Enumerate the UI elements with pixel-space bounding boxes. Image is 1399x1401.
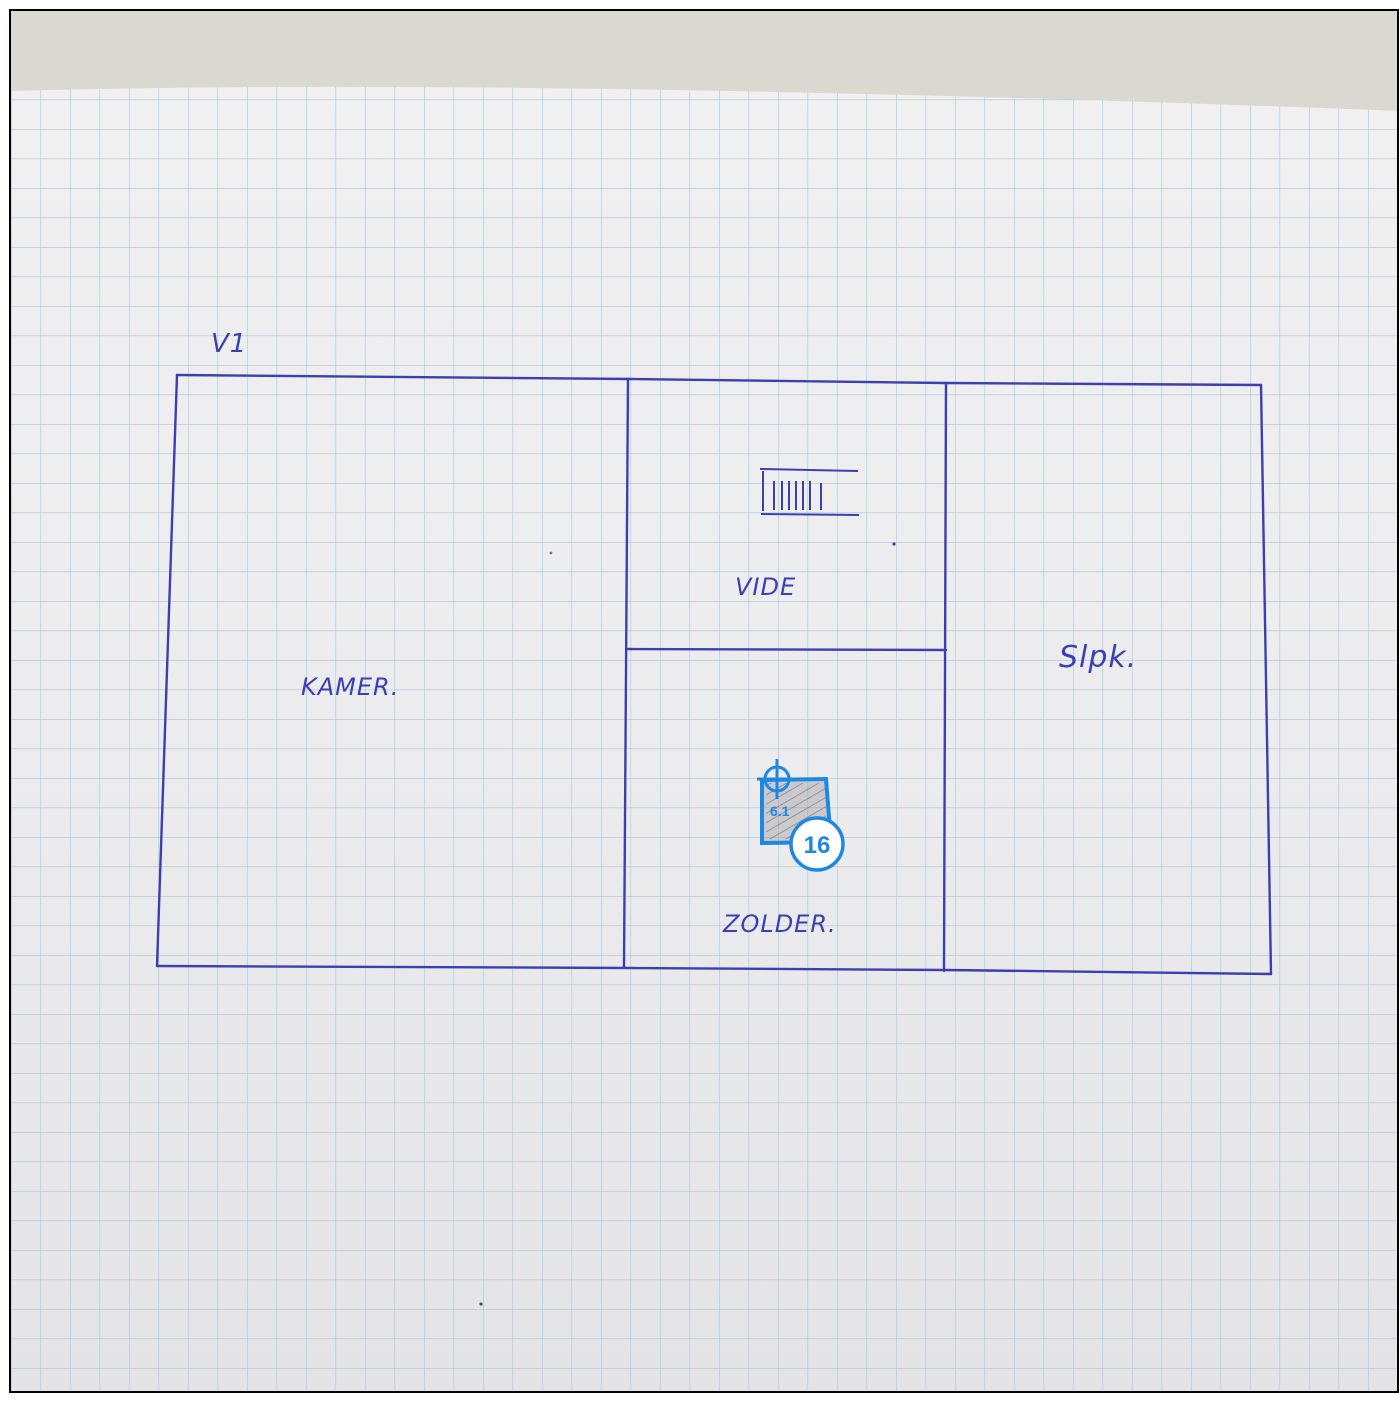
floor-plan-drawing: V1 KAMER. VIDE Slpk. ZOLDER. 6.1 16: [11, 86, 1397, 1391]
room-label-vide: VIDE: [735, 573, 796, 601]
room-label-zolder: ZOLDER.: [722, 910, 837, 938]
room-label-kamer: KAMER.: [301, 673, 399, 701]
level-label: V1: [211, 329, 247, 359]
paper-grid: [11, 86, 1397, 1391]
room-label-slpk: Slpk.: [1059, 640, 1137, 675]
pen-dot: [479, 1302, 483, 1306]
wall-vide-zolder: [625, 647, 948, 652]
marker-inner-label: 6.1: [770, 803, 790, 819]
pen-dot: [892, 542, 896, 546]
marker-number-badge[interactable]: 16: [789, 816, 845, 872]
photo-frame: V1 KAMER. VIDE Slpk. ZOLDER. 6.1 16: [9, 9, 1399, 1393]
pen-dot: [549, 551, 553, 555]
svg-text:16: 16: [804, 832, 831, 859]
